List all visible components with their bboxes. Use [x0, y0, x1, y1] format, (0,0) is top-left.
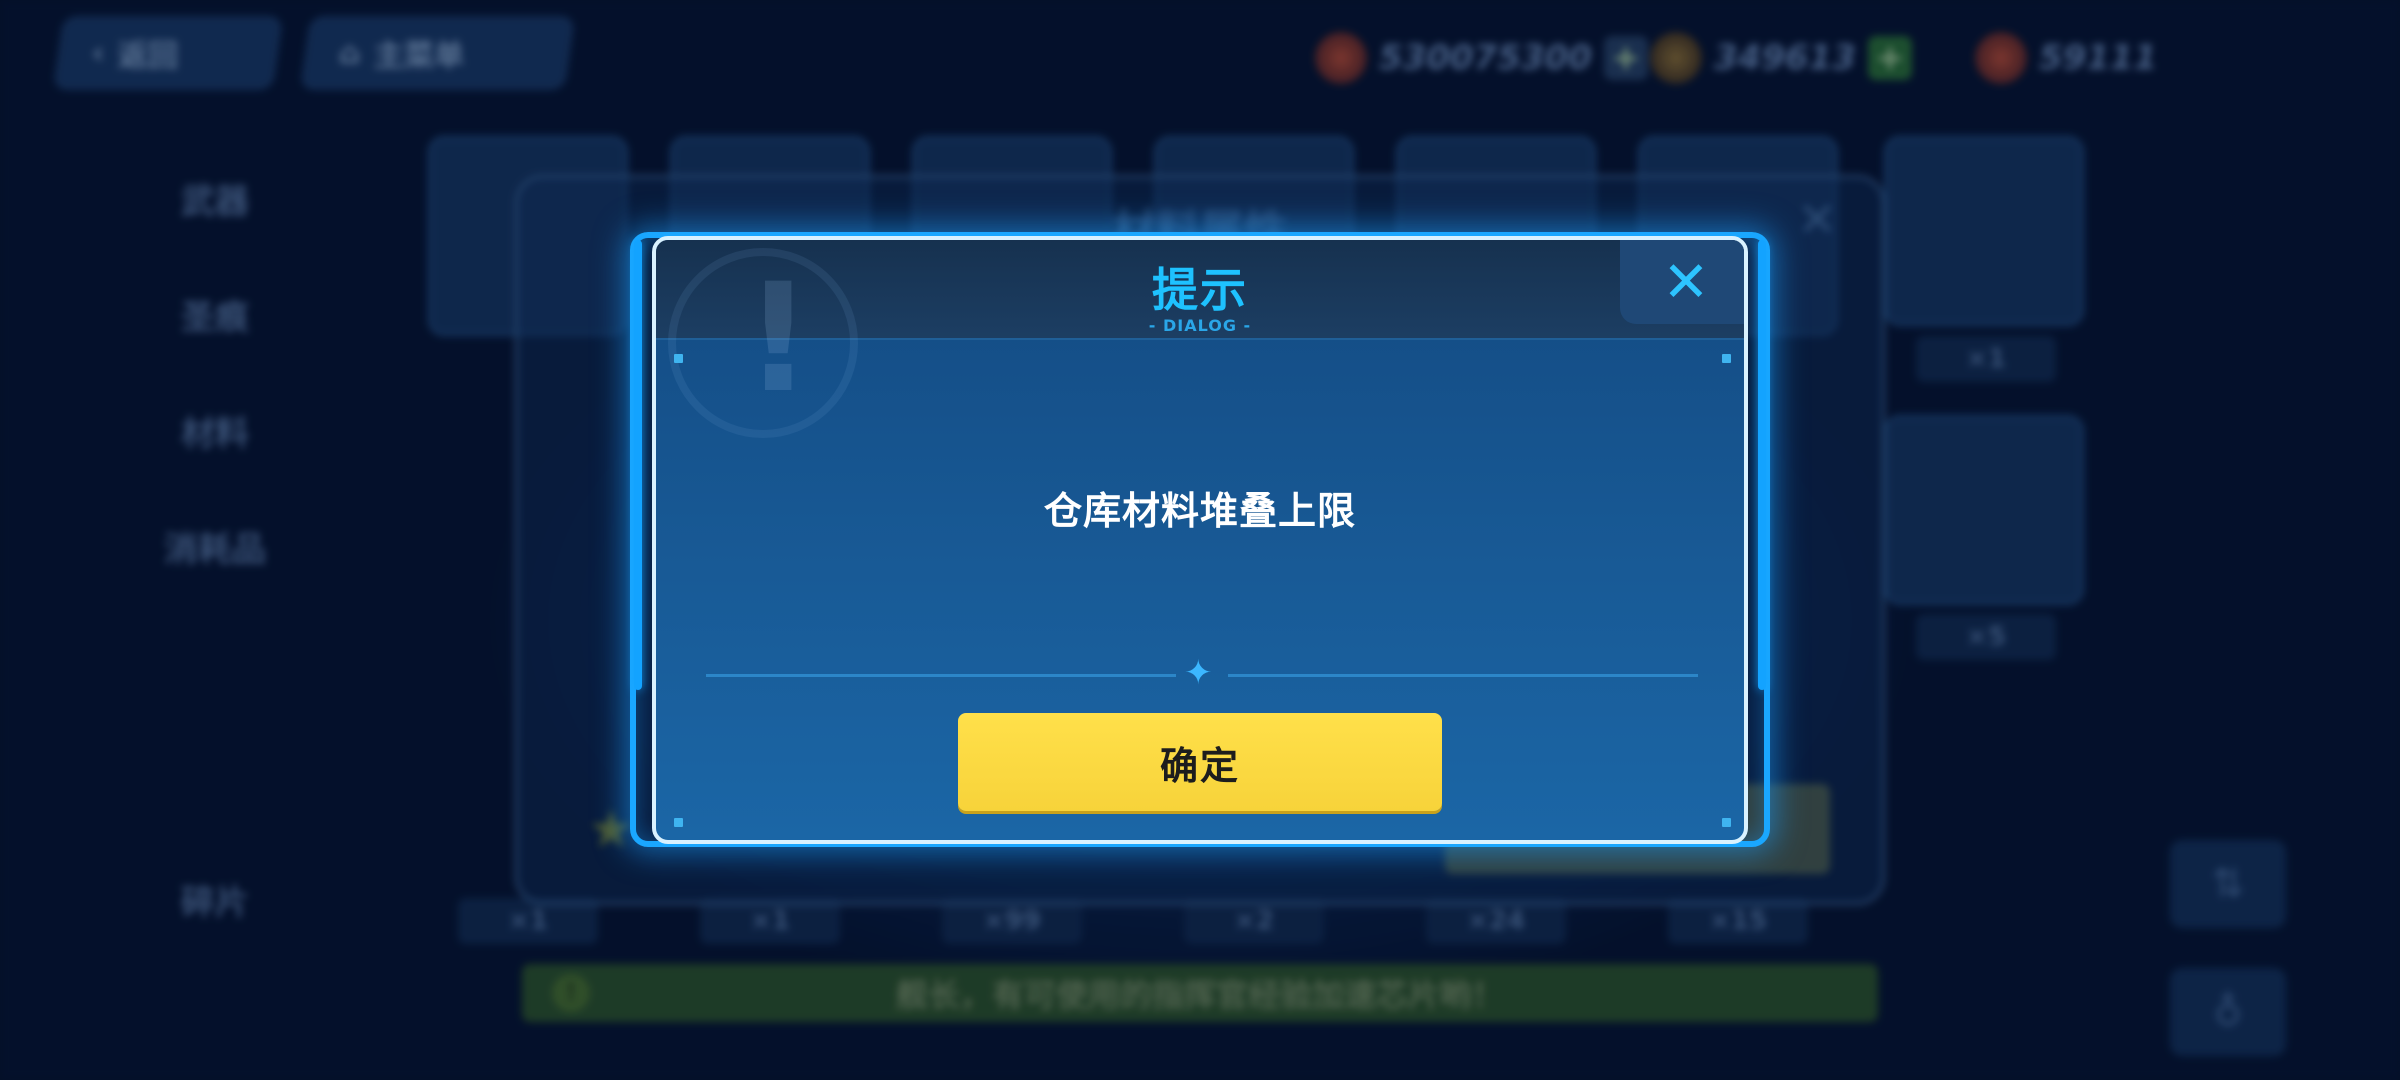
divider-left	[706, 674, 1176, 677]
dialog-message: 仓库材料堆叠上限	[1043, 489, 1356, 533]
dialog-title: 提示	[1152, 263, 1248, 317]
dialog-subtitle: - DIALOG -	[1148, 316, 1252, 335]
corner-dot	[674, 354, 683, 363]
close-button[interactable]: ✕	[1620, 240, 1744, 324]
close-icon: ✕	[1662, 249, 1710, 315]
confirm-button[interactable]: 确定	[958, 713, 1442, 811]
dialog-edge-left	[634, 240, 642, 690]
divider-right	[1228, 674, 1698, 677]
dialog-edge-right	[1758, 240, 1766, 690]
corner-dot	[1722, 354, 1731, 363]
corner-dot	[674, 818, 683, 827]
corner-dot	[1722, 818, 1731, 827]
dialog-header: ! 提示 - DIALOG - ✕	[656, 240, 1744, 438]
alert-dialog: ! 提示 - DIALOG - ✕ 仓库材料堆叠上限 ✦ 确定	[652, 236, 1748, 844]
sparkle-icon: ✦	[1184, 653, 1213, 693]
